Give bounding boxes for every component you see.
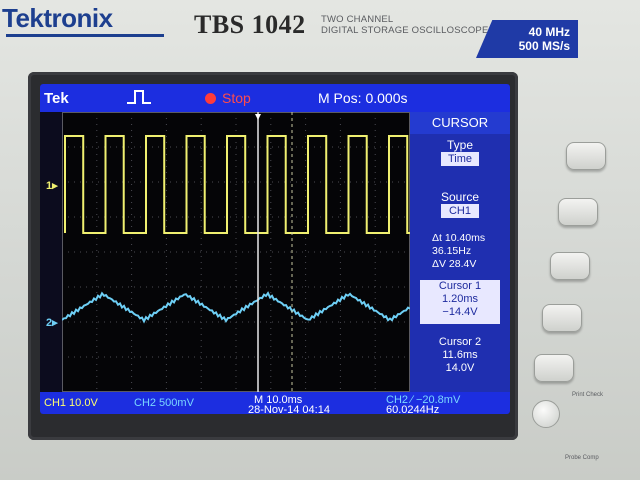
graticule <box>61 112 411 392</box>
spec-bandwidth: 40 MHz <box>528 25 570 39</box>
spec-sample-rate: 500 MS/s <box>518 39 570 53</box>
menu-button-3[interactable] <box>550 252 590 280</box>
cursor2-time: 11.6ms <box>442 349 478 361</box>
cursor2-volts: 14.0V <box>445 362 475 374</box>
probe-comp-label: Probe Comp <box>565 455 599 461</box>
trigger-frequency: 60.0244Hz <box>386 404 440 414</box>
main-position: M Pos: 0.000s <box>318 90 408 106</box>
run-status: Stop <box>222 90 251 106</box>
source-label: Source <box>440 190 480 204</box>
ch1-trace <box>64 135 410 234</box>
type-value[interactable]: Time <box>441 152 479 166</box>
oscilloscope-bezel: Tektronix TBS 1042 TWO CHANNEL DIGITAL S… <box>0 0 640 480</box>
ch2-ground-marker: 2▸ <box>46 317 58 329</box>
ch2-trace <box>61 291 411 324</box>
print-label: Print Check <box>572 392 604 398</box>
cursor1-time: 1.20ms <box>441 293 479 305</box>
ch1-ground-marker: 1▸ <box>46 180 58 192</box>
delta-t-readout: Δt 10.40ms <box>432 232 486 244</box>
cursor1-volts: −14.4V <box>442 306 478 318</box>
source-value[interactable]: CH1 <box>441 204 479 218</box>
model-name: TBS 1042 <box>194 10 306 39</box>
screen-top-bar: Tek Stop M Pos: 0.000s <box>40 84 510 112</box>
frequency-readout: 36.15Hz <box>432 245 472 257</box>
ch1-scale: CH1 10.0V <box>44 397 98 409</box>
model-description-line1: TWO CHANNEL <box>321 14 394 25</box>
type-label: Type <box>446 138 473 152</box>
screen-bottom-bar: CH1 10.0V CH2 500mV M 10.0ms 28-Nov-14 0… <box>40 392 510 414</box>
trigger-pulse-icon <box>126 88 152 109</box>
model-description-line2: DIGITAL STORAGE OSCILLOSCOPE <box>321 25 489 36</box>
cursor2-label: Cursor 2 <box>438 336 482 348</box>
waveform-display <box>61 112 411 392</box>
scope-screen: Tek Stop M Pos: 0.000s 1▸ 2▸ CURSOR Type… <box>40 84 510 414</box>
cursor1-label: Cursor 1 <box>438 280 482 292</box>
menu-button-4[interactable] <box>542 304 582 332</box>
ch2-scale: CH2 500mV <box>134 397 194 409</box>
menu-title: CURSOR <box>410 112 510 134</box>
cursor2-box[interactable]: Cursor 2 11.6ms 14.0V <box>420 336 500 375</box>
delta-v-readout: ΔV 28.4V <box>432 258 477 270</box>
cursor1-box[interactable]: Cursor 1 1.20ms −14.4V <box>420 280 500 324</box>
menu-button-1[interactable] <box>566 142 606 170</box>
timestamp: 28-Nov-14 04:14 <box>248 404 330 414</box>
tek-label: Tek <box>44 90 69 107</box>
menu-button-2[interactable] <box>558 198 598 226</box>
stop-indicator-icon <box>205 93 216 104</box>
spec-badge: 40 MHz 500 MS/s <box>476 20 578 58</box>
cursor-menu: CURSOR Type Time Source CH1 Δt 10.40ms 3… <box>410 112 510 392</box>
brand-underline <box>6 34 164 37</box>
trigger-position-marker <box>255 114 261 120</box>
menu-button-5[interactable] <box>534 354 574 382</box>
model-description: TWO CHANNEL DIGITAL STORAGE OSCILLOSCOPE <box>321 14 489 36</box>
print-button[interactable] <box>532 400 560 428</box>
